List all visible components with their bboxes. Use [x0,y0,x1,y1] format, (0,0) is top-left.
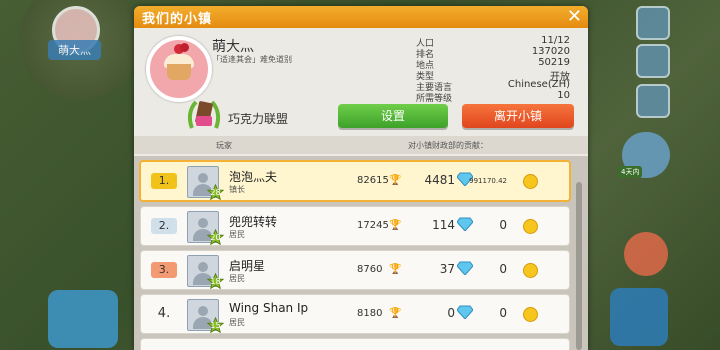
alliance-name: 巧克力联盟 [228,112,289,126]
chat-icon[interactable] [636,44,670,78]
stat-value-location: 50219 [538,57,570,68]
member-rank: 1. [151,173,177,189]
coin-icon [523,219,538,234]
close-icon[interactable]: ✕ [567,6,582,27]
town-name: 萌大灬 [212,39,254,55]
trophy-icon: 🏆 [389,264,402,275]
member-name: 启明星 [229,259,266,273]
stat-value-rank: 137020 [531,46,570,57]
member-level: 18 [210,277,221,286]
member-rank: 4. [157,306,171,321]
member-list-header: 玩家 对小镇财政部的贡献： [134,136,588,154]
level-star-icon: 20 [207,229,224,246]
friends-icon[interactable] [636,84,670,118]
town-dialog: 我们的小镇 ✕ 萌大灬 「适逢其会」难免道别 人口 11/12 排名 13702… [134,6,588,350]
shop-button[interactable] [48,290,118,348]
column-player: 玩家 [216,141,232,150]
member-coins: 0 [499,262,507,276]
level-star-icon: 28 [207,184,224,201]
cherry-icon [180,43,189,52]
member-level: 28 [210,188,221,197]
member-points: 17245 [357,220,389,231]
cupcake-base [167,64,191,80]
member-row[interactable]: 4. 15 Wing Shan Ip 居民 8180 🏆 0 0 [140,294,570,334]
member-role: 居民 [229,230,245,239]
member-coins: 0 [499,218,507,232]
hud-player-name: 萌大灬 [48,40,101,60]
coin-icon [523,263,538,278]
member-level: 15 [210,321,221,330]
level-star-icon: 15 [207,317,224,334]
dialog-title: 我们的小镇 [142,12,213,27]
member-row[interactable] [140,338,570,350]
cash-register-button[interactable] [610,288,668,346]
member-row[interactable]: 1. 28 泡泡灬夫 镇长 82615 🏆 4481 991170.42 [139,160,571,202]
leave-town-button[interactable]: 离开小镇 [462,104,574,128]
stat-value-language: Chinese(ZH) [507,79,570,90]
trophy-icon: 🏆 [389,175,402,186]
member-rank: 3. [151,262,177,278]
stat-value-population: 11/12 [541,35,570,46]
hot-air-balloon-icon[interactable] [624,232,668,276]
trophy-icon: 🏆 [389,220,402,231]
member-row[interactable]: 3. 18 启明星 居民 8760 🏆 37 0 [140,250,570,290]
stat-value-required-level: 10 [557,90,570,101]
member-level: 20 [210,233,221,242]
level-star-icon: 18 [207,273,224,290]
member-role: 居民 [229,274,245,283]
member-role: 居民 [229,318,245,327]
member-name: 泡泡灬夫 [229,170,278,184]
town-description: 「适逢其会」难免道别 [212,55,292,64]
trophy-icon: 🏆 [389,308,402,319]
member-role: 镇长 [229,185,245,194]
member-coins: 991170.42 [469,177,507,185]
settings-button[interactable]: 设置 [338,104,448,128]
column-contribution: 对小镇财政部的贡献： [408,141,488,150]
member-list-scrollbar[interactable] [576,182,582,350]
member-list[interactable]: 1. 28 泡泡灬夫 镇长 82615 🏆 4481 991170.42 2. … [134,156,588,350]
coin-icon [523,307,538,322]
member-points: 8180 [357,308,383,319]
member-points: 8760 [357,264,383,275]
member-coins: 0 [499,306,507,320]
alliance-laurel-icon [187,100,221,129]
gift-timer: 4天内 [618,166,643,178]
coin-icon [523,174,538,189]
member-row[interactable]: 2. 20 兜兜转转 居民 17245 🏆 114 0 [140,206,570,246]
dialog-titlebar: 我们的小镇 ✕ [134,6,588,28]
member-name: Wing Shan Ip [229,301,309,315]
member-name: 兜兜转转 [229,215,278,229]
menu-icon[interactable] [636,6,670,40]
member-points: 82615 [357,175,389,186]
member-rank: 2. [151,218,177,234]
town-avatar [146,36,212,102]
